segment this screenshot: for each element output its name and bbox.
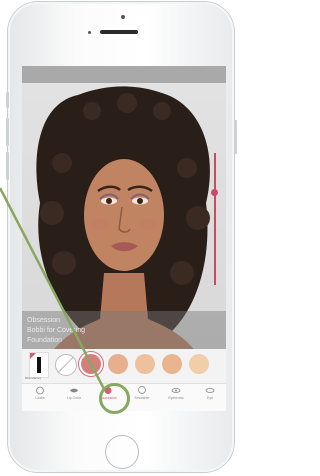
callout-line [0,187,106,390]
callout-ring [99,383,130,414]
home-button[interactable] [105,435,139,469]
